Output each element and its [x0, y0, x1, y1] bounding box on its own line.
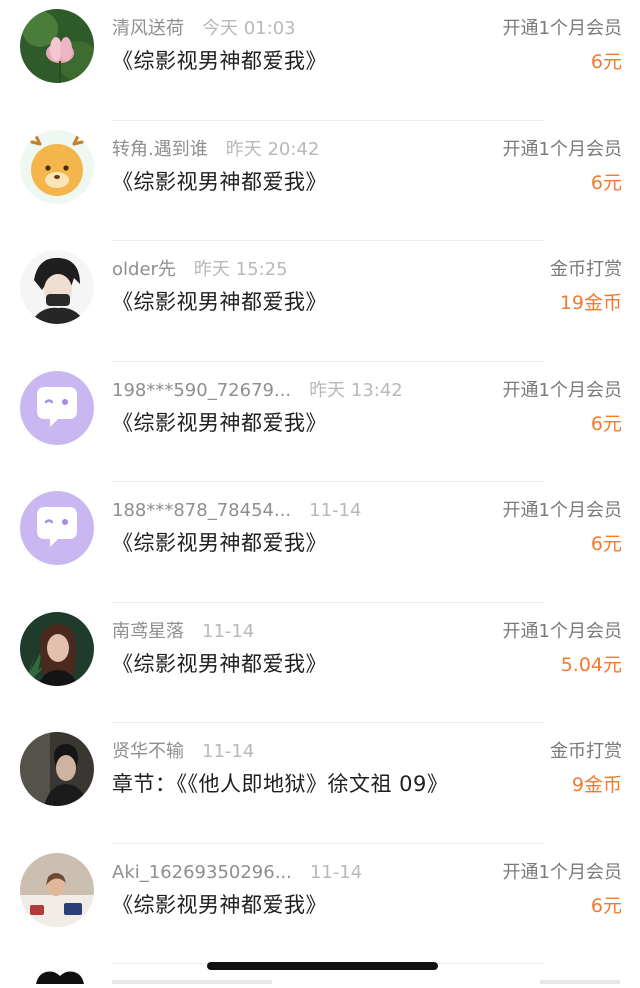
anime-boy-avatar-icon	[20, 250, 94, 324]
user-meta: 南鸢星落 11-14	[112, 619, 254, 645]
avatar[interactable]	[20, 129, 94, 204]
woman-portrait-avatar-icon	[20, 611, 94, 686]
home-indicator[interactable]	[207, 962, 438, 970]
avatar[interactable]	[20, 370, 94, 445]
record-type: 开通1个月会员	[502, 500, 622, 521]
book-title: 《综影视男神都爱我》	[112, 49, 327, 73]
username: 贤华不输	[112, 741, 184, 762]
username: 188***878_78454...	[112, 500, 292, 521]
record-amount: 6元	[590, 533, 622, 555]
username: 南鸢星落	[112, 620, 184, 642]
avatar[interactable]	[20, 852, 94, 927]
timestamp: 昨天 15:25	[193, 259, 288, 280]
avatar[interactable]	[20, 491, 94, 565]
user-meta: 贤华不输 11-14	[112, 739, 254, 765]
record-row[interactable]: Aki_16269350296... 11-14 《综影视男神都爱我》 开通1个月…	[0, 844, 640, 964]
timestamp: 今天 01:03	[202, 18, 296, 39]
book-title: 《综影视男神都爱我》	[112, 651, 327, 676]
income-record-list: 清风送荷 今天 01:03 《综影视男神都爱我》 开通1个月会员 6元 转角.遇到…	[0, 0, 640, 964]
username: 198***590_72679...	[112, 379, 292, 401]
record-type: 开通1个月会员	[502, 861, 622, 883]
username: 清风送荷	[112, 18, 184, 39]
book-title: 《综影视男神都爱我》	[112, 410, 327, 435]
deer-avatar-icon	[20, 129, 94, 204]
timestamp: 昨天 20:42	[225, 138, 320, 160]
timestamp: 11-14	[202, 620, 255, 642]
user-meta: 清风送荷 今天 01:03	[112, 16, 296, 42]
chapter-title: 章节：《《他人即地狱》徐文祖 09》	[112, 772, 449, 796]
user-meta: 198***590_72679... 昨天 13:42	[112, 378, 403, 404]
username: Aki_16269350296...	[112, 861, 292, 883]
book-title: 《综影视男神都爱我》	[112, 531, 327, 555]
record-type: 开通1个月会员	[502, 138, 622, 160]
chat-bubble-avatar-icon	[20, 370, 94, 445]
timestamp: 昨天 13:42	[309, 379, 403, 401]
user-meta: 188***878_78454... 11-14	[112, 498, 361, 524]
avatar[interactable]	[20, 9, 94, 83]
record-amount: 6元	[590, 51, 622, 73]
record-row[interactable]: 贤华不输 11-14 章节：《《他人即地狱》徐文祖 09》 金币打赏 9金币	[0, 723, 640, 844]
bed-photo-avatar-icon	[20, 852, 94, 927]
record-amount: 6元	[590, 412, 622, 435]
record-type: 开通1个月会员	[502, 379, 622, 401]
record-row[interactable]: 转角.遇到谁 昨天 20:42 《综影视男神都爱我》 开通1个月会员 6元	[0, 121, 640, 241]
record-amount: 5.04元	[560, 653, 622, 676]
timestamp: 11-14	[309, 500, 362, 521]
record-row[interactable]: 清风送荷 今天 01:03 《综影视男神都爱我》 开通1个月会员 6元	[0, 0, 640, 121]
username: older先	[112, 259, 176, 280]
username: 转角.遇到谁	[112, 138, 208, 160]
record-amount: 19金币	[559, 292, 622, 314]
record-amount: 6元	[590, 171, 622, 194]
chat-bubble-avatar-icon	[20, 491, 94, 565]
record-type: 金币打赏	[550, 259, 622, 280]
timestamp: 11-14	[309, 861, 363, 883]
record-type: 金币打赏	[550, 741, 622, 762]
record-row[interactable]: 188***878_78454... 11-14 《综影视男神都爱我》 开通1个月…	[0, 482, 640, 603]
record-amount: 9金币	[571, 774, 622, 796]
book-title: 《综影视男神都爱我》	[112, 290, 327, 314]
record-row[interactable]: older先 昨天 15:25 《综影视男神都爱我》 金币打赏 19金币	[0, 241, 640, 362]
user-meta: older先 昨天 15:25	[112, 257, 288, 283]
user-meta: Aki_16269350296... 11-14	[112, 860, 362, 886]
record-row[interactable]: 198***590_72679... 昨天 13:42 《综影视男神都爱我》 开通…	[0, 362, 640, 482]
record-type: 开通1个月会员	[502, 18, 622, 39]
record-row[interactable]: 南鸢星落 11-14 《综影视男神都爱我》 开通1个月会员 5.04元	[0, 603, 640, 723]
book-title: 《综影视男神都爱我》	[112, 169, 327, 194]
lotus-avatar-icon	[20, 9, 94, 83]
user-meta: 转角.遇到谁 昨天 20:42	[112, 137, 319, 163]
avatar[interactable]	[20, 732, 94, 806]
book-title: 《综影视男神都爱我》	[112, 892, 327, 917]
avatar[interactable]	[20, 611, 94, 686]
record-type: 开通1个月会员	[502, 620, 622, 642]
record-amount: 6元	[590, 894, 622, 917]
dark-portrait-avatar-icon	[20, 732, 94, 806]
timestamp: 11-14	[202, 741, 255, 762]
avatar[interactable]	[20, 250, 94, 324]
